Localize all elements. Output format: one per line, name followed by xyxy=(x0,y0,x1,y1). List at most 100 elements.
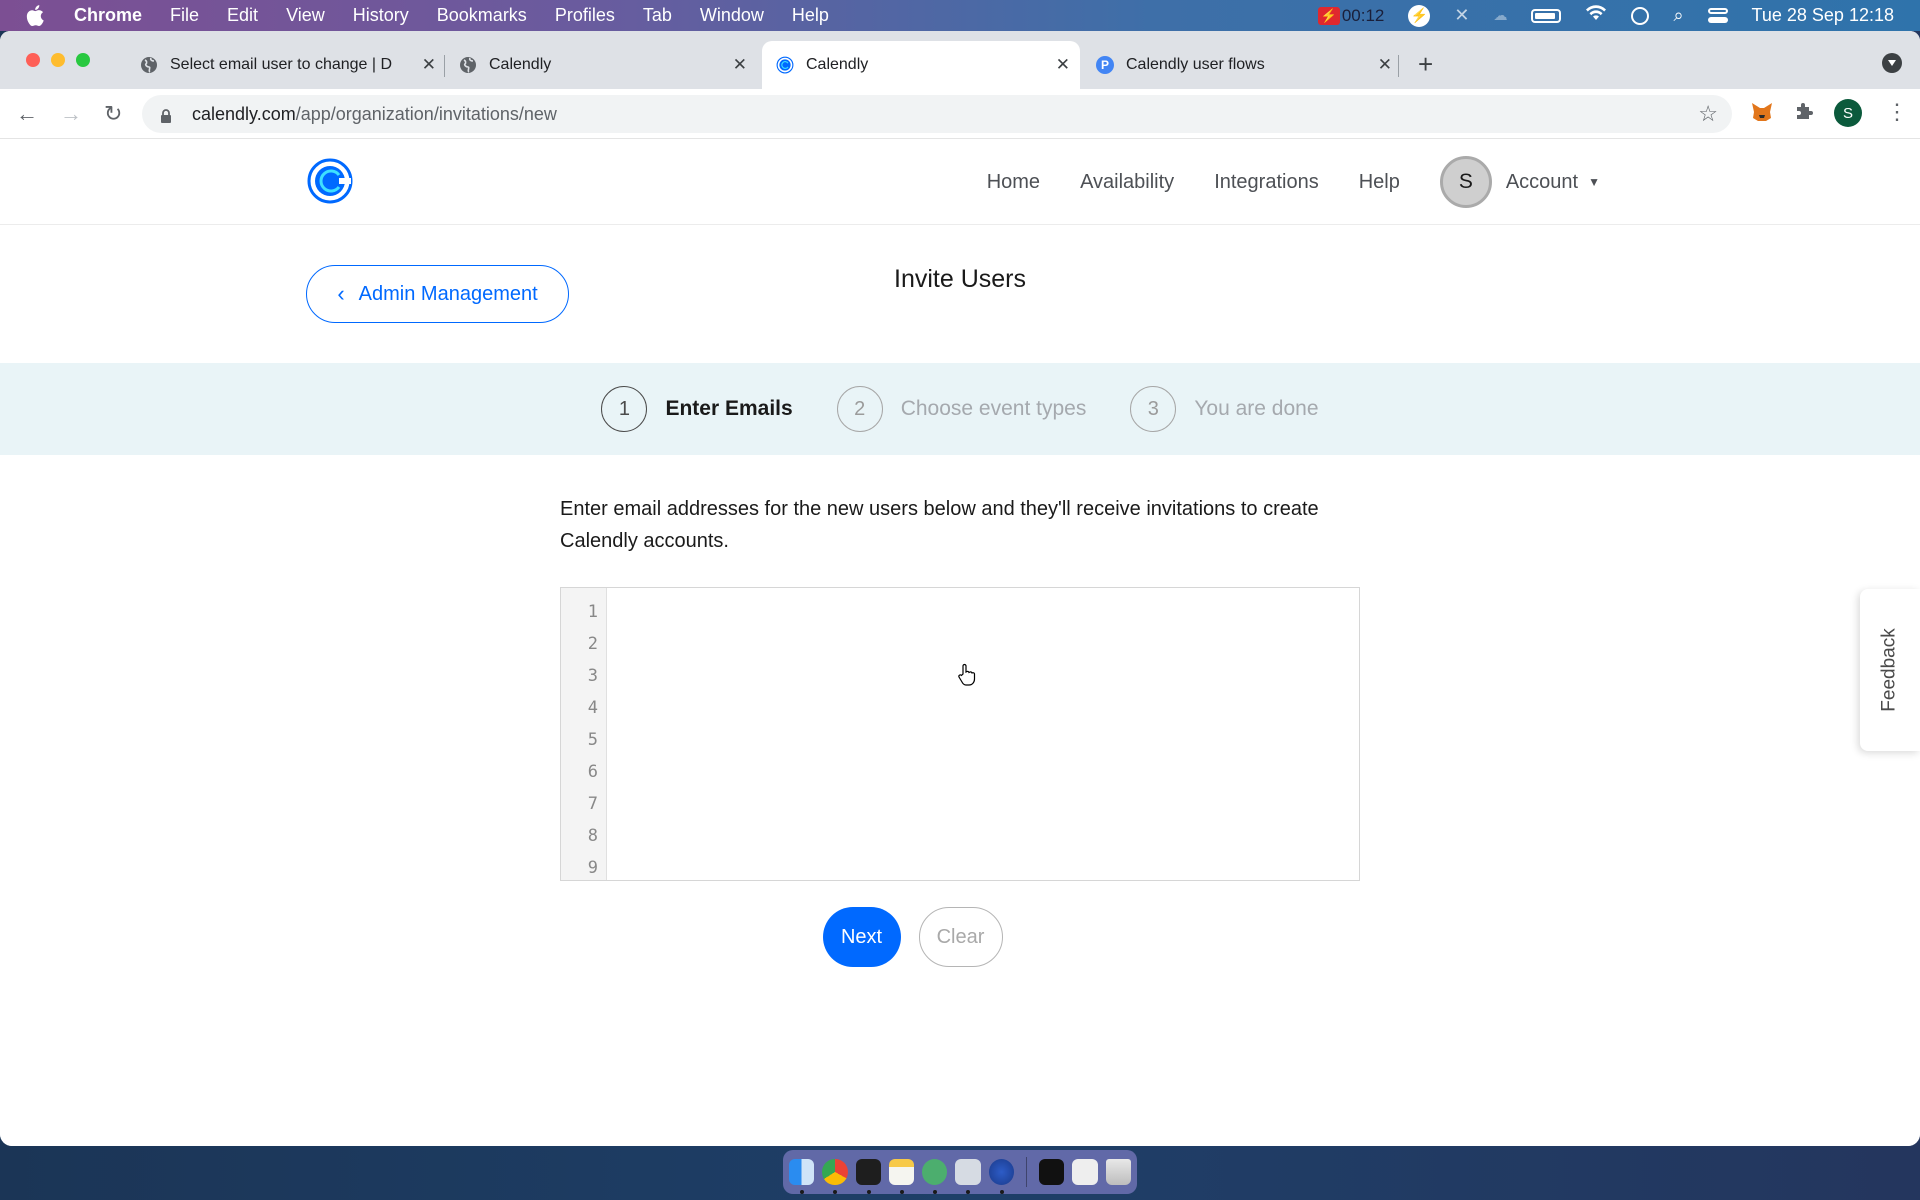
reeder-icon[interactable] xyxy=(988,1159,1015,1194)
clear-button[interactable]: Clear xyxy=(918,907,1003,967)
line-number: 8 xyxy=(587,826,598,846)
close-tab-icon[interactable]: ✕ xyxy=(1378,55,1392,75)
tab-calendly-active[interactable]: Calendly ✕ xyxy=(762,41,1080,89)
instructions-text: Enter email addresses for the new users … xyxy=(560,498,1319,552)
account-menu[interactable]: S Account ▼ xyxy=(1439,156,1600,208)
bolt-status-icon[interactable]: ⚡ xyxy=(1408,4,1431,27)
menu-file[interactable]: File xyxy=(170,5,199,26)
step-number: 3 xyxy=(1130,386,1177,432)
calendly-logo[interactable] xyxy=(306,157,354,205)
dock-separator xyxy=(1026,1157,1028,1187)
notes-icon[interactable] xyxy=(888,1159,915,1194)
tab-search-icon[interactable] xyxy=(1882,53,1902,73)
menu-help[interactable]: Help xyxy=(792,5,829,26)
recording-time: 00:12 xyxy=(1341,5,1385,25)
control-center-icon[interactable] xyxy=(1707,7,1728,24)
metamask-extension-icon[interactable] xyxy=(1750,100,1774,129)
menu-window[interactable]: Window xyxy=(700,5,764,26)
chrome-icon[interactable] xyxy=(822,1159,848,1194)
email-text-area[interactable] xyxy=(607,588,1359,880)
account-label[interactable]: Account xyxy=(1506,171,1578,194)
tab-strip: Select email user to change | D ✕ Calend… xyxy=(0,31,1920,89)
app-header: Home Availability Integrations Help S Ac… xyxy=(0,139,1920,225)
close-window-button[interactable] xyxy=(26,53,40,67)
nav-availability[interactable]: Availability xyxy=(1080,171,1174,194)
menu-tab[interactable]: Tab xyxy=(643,5,672,26)
menu-view[interactable]: View xyxy=(286,5,325,26)
step-label: Enter Emails xyxy=(665,397,793,420)
reload-icon[interactable]: ↻ xyxy=(104,101,122,127)
step-number: 2 xyxy=(836,386,883,432)
nav-integrations[interactable]: Integrations xyxy=(1214,171,1319,194)
tab-separator xyxy=(1398,55,1399,77)
nav-home[interactable]: Home xyxy=(987,171,1040,194)
tab-calendly-user-flows[interactable]: P Calendly user flows ✕ xyxy=(1082,41,1402,89)
line-number: 2 xyxy=(587,634,598,654)
trash-icon[interactable] xyxy=(1105,1159,1131,1185)
browser-window: Select email user to change | D ✕ Calend… xyxy=(0,31,1920,1146)
finder-icon[interactable] xyxy=(789,1159,815,1194)
hand-pointer-cursor-icon xyxy=(957,663,977,692)
screen-recording-indicator[interactable]: ⚡ 00:12 xyxy=(1317,5,1385,26)
bluetooth-off-icon[interactable]: ✕ xyxy=(1454,5,1469,26)
menu-profiles[interactable]: Profiles xyxy=(555,5,615,26)
lock-icon[interactable] xyxy=(160,107,172,123)
chevron-left-icon: ‹ xyxy=(337,281,345,306)
new-tab-button[interactable]: + xyxy=(1418,49,1433,80)
close-tab-icon[interactable]: ✕ xyxy=(1056,55,1070,75)
email-input-editor[interactable]: 1 2 3 4 5 6 7 8 9 xyxy=(560,587,1360,881)
step-label: You are done xyxy=(1194,397,1319,420)
screenshot-thumbnail-icon[interactable] xyxy=(1039,1159,1065,1185)
globe-icon xyxy=(140,56,158,74)
menu-bookmarks[interactable]: Bookmarks xyxy=(437,5,527,26)
chrome-menu-icon[interactable]: ⋮ xyxy=(1886,99,1908,125)
minimize-window-button[interactable] xyxy=(51,53,65,67)
next-button[interactable]: Next xyxy=(822,907,901,967)
cloud-icon[interactable]: ☁ xyxy=(1493,7,1507,24)
line-number: 7 xyxy=(587,794,598,814)
tab-select-email-user[interactable]: Select email user to change | D ✕ xyxy=(126,41,446,89)
step-you-are-done: 3 You are done xyxy=(1130,386,1319,432)
back-arrow-icon[interactable]: ← xyxy=(16,101,38,127)
admin-management-back-button[interactable]: ‹ Admin Management xyxy=(306,265,569,323)
preview-window-icon[interactable] xyxy=(1072,1159,1098,1185)
menu-app-name[interactable]: Chrome xyxy=(74,5,142,26)
atom-icon[interactable] xyxy=(922,1159,948,1194)
macos-menubar: Chrome File Edit View History Bookmarks … xyxy=(0,0,1920,31)
forward-arrow-icon[interactable]: → xyxy=(60,101,82,127)
menu-edit[interactable]: Edit xyxy=(227,5,258,26)
browser-toolbar: ← → ↻ calendly.com/app/organization/invi… xyxy=(0,89,1920,139)
caret-down-icon[interactable]: ▼ xyxy=(1588,175,1600,189)
1password-icon[interactable] xyxy=(955,1159,981,1194)
zoom-window-button[interactable] xyxy=(76,53,90,67)
apple-icon[interactable] xyxy=(26,5,50,26)
page-title: Invite Users xyxy=(894,265,1026,293)
line-number: 9 xyxy=(587,858,598,878)
feedback-label: Feedback xyxy=(1879,628,1901,712)
tab-title: Calendly user flows xyxy=(1126,56,1265,73)
close-tab-icon[interactable]: ✕ xyxy=(733,55,747,75)
user-account-icon[interactable] xyxy=(1631,6,1650,25)
form-actions: Next Clear xyxy=(0,907,1920,967)
close-tab-icon[interactable]: ✕ xyxy=(422,55,436,75)
address-bar[interactable]: calendly.com/app/organization/invitation… xyxy=(142,95,1732,133)
nav-help[interactable]: Help xyxy=(1359,171,1400,194)
profile-avatar[interactable]: S xyxy=(1834,99,1862,127)
p-icon: P xyxy=(1096,56,1114,74)
extensions-puzzle-icon[interactable] xyxy=(1794,100,1816,127)
menu-history[interactable]: History xyxy=(353,5,409,26)
feedback-tab[interactable]: Feedback xyxy=(1860,589,1920,751)
user-avatar[interactable]: S xyxy=(1439,156,1492,208)
spotlight-search-icon[interactable]: ⌕ xyxy=(1673,5,1683,26)
clock[interactable]: Tue 28 Sep 12:18 xyxy=(1752,5,1894,26)
tab-title: Calendly xyxy=(806,56,869,73)
line-number: 1 xyxy=(587,602,598,622)
step-choose-event-types: 2 Choose event types xyxy=(836,386,1086,432)
wifi-icon[interactable] xyxy=(1585,5,1607,26)
terminal-icon[interactable] xyxy=(855,1159,881,1194)
bookmark-star-icon[interactable]: ☆ xyxy=(1698,101,1718,127)
line-number: 4 xyxy=(587,698,598,718)
tab-calendly-1[interactable]: Calendly ✕ xyxy=(445,41,757,89)
url-path: /app/organization/invitations/new xyxy=(295,103,557,124)
battery-icon[interactable] xyxy=(1531,8,1562,23)
